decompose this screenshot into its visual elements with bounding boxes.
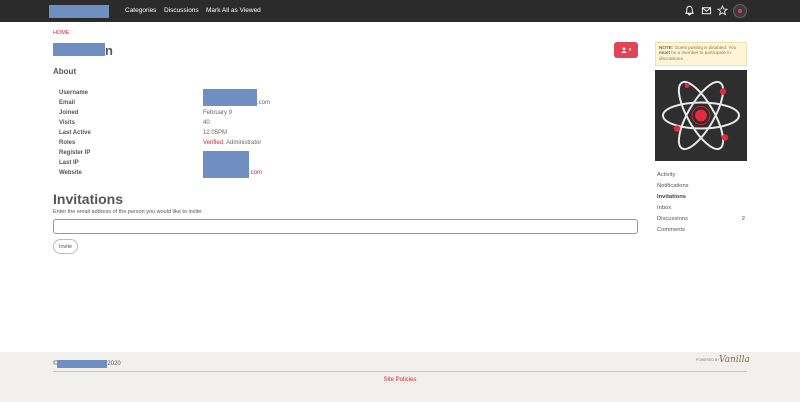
sidebar-item-activity[interactable]: Activity (657, 170, 747, 181)
invitations-heading: Invitations (53, 191, 124, 207)
footer-divider (53, 371, 747, 372)
sidebar-item-inbox[interactable]: Inbox (657, 203, 747, 214)
profile-name: n (105, 43, 113, 58)
invite-email-input[interactable] (53, 219, 638, 234)
profile-picture (655, 70, 747, 161)
nav-mark-all-viewed[interactable]: Mark All as Viewed (206, 0, 261, 22)
copyright-owner-redacted (57, 360, 108, 368)
joined-value: February 9 (203, 110, 233, 116)
visits-value: 40 (203, 120, 210, 126)
footer-copyright: © 2020 (53, 360, 121, 368)
about-row-email: Email .com (59, 89, 359, 108)
bell-icon[interactable] (683, 4, 696, 17)
invite-button[interactable]: Invite (53, 239, 78, 254)
sidebar-item-comments[interactable]: Comments (657, 225, 747, 236)
atom-icon (662, 80, 740, 151)
nav-discussions[interactable]: Discussions (164, 0, 199, 22)
nav-categories[interactable]: Categories (125, 0, 156, 22)
site-policies-link[interactable]: Site Policies (0, 377, 800, 383)
last-active-value: 12:05PM (203, 130, 228, 136)
invite-email-label: Enter the email address of the person yo… (53, 209, 203, 215)
envelope-icon[interactable] (700, 4, 713, 17)
user-icon (621, 47, 627, 53)
profile-name-redacted (53, 43, 105, 56)
user-avatar[interactable] (733, 4, 747, 18)
discussions-count: 2 (741, 216, 745, 222)
role-verified-link[interactable]: Verified (203, 140, 223, 146)
top-navbar: Categories Discussions Mark All as Viewe… (0, 0, 800, 22)
chevron-down-icon: ▾ (628, 47, 632, 53)
vanilla-logo[interactable]: Vanilla (719, 355, 750, 365)
about-row-last-active: Last Active 12:05PM (59, 130, 228, 136)
about-row-joined: Joined February 9 (59, 110, 233, 116)
about-heading: About (53, 67, 77, 76)
email-redacted (203, 89, 257, 106)
site-logo[interactable] (49, 5, 109, 18)
sidebar-item-notifications[interactable]: Notifications (657, 181, 747, 192)
about-row-last-ip: Last IP (59, 151, 359, 178)
role-rest: , Administrator (223, 140, 262, 146)
about-row-roles: Roles Verified, Administrator (59, 140, 262, 146)
star-icon[interactable] (716, 4, 729, 17)
profile-options-button[interactable]: ▾ (614, 42, 638, 58)
sidebar-item-invitations[interactable]: Invitations (657, 192, 747, 203)
breadcrumb-home[interactable]: HOME (53, 30, 70, 36)
sidebar-item-discussions[interactable]: Discussions 2 (657, 214, 747, 225)
email-value: .com (257, 100, 271, 106)
guest-posting-note: NOTE: Guest posting is disabled. You mus… (655, 42, 747, 66)
powered-by-label: POWERED BY (696, 358, 720, 362)
about-row-website: Website .com (59, 168, 263, 178)
website-link[interactable]: .com (249, 168, 262, 178)
about-row-visits: Visits 40 (59, 120, 210, 126)
